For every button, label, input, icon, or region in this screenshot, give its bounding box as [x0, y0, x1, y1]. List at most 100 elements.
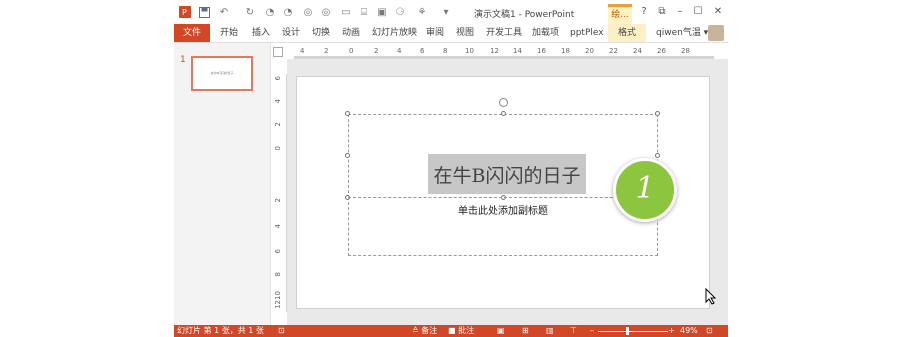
rotate-handle[interactable]	[499, 98, 508, 107]
save-icon[interactable]	[198, 6, 210, 18]
tab-design[interactable]: 设计	[282, 24, 300, 42]
tab-insert[interactable]: 插入	[252, 24, 270, 42]
slide-title[interactable]: 在牛B闪闪的日子	[428, 154, 586, 194]
status-bar: 幻灯片 第 1 张，共 1 张 ⊡ ≙ 备注 ■ 批注 ▣ ⊞ ▥ ⊤ – + …	[174, 325, 728, 337]
ruler-label: 8	[443, 47, 448, 55]
toolbar-icon[interactable]: ⚘	[416, 6, 428, 18]
zoom-slider-thumb[interactable]	[626, 327, 629, 335]
subtitle-placeholder[interactable]: 单击此处添加副标题	[348, 197, 658, 256]
ruler-label: 6	[420, 47, 425, 55]
fit-to-window-icon[interactable]: ⊡	[706, 325, 713, 337]
ruler-label: 2	[324, 47, 329, 55]
notes-button[interactable]: ≙ 备注	[412, 325, 437, 337]
ruler-label: 6	[274, 249, 282, 254]
zoom-in-button[interactable]: +	[668, 325, 675, 337]
toolbar-icon[interactable]: ◎	[320, 6, 332, 18]
zoom-slider[interactable]	[598, 331, 668, 332]
ruler-label: 10	[465, 47, 474, 55]
help-icon[interactable]: ?	[636, 5, 652, 19]
ruler-label: 6	[274, 76, 282, 81]
toolbar-icon[interactable]: ◔	[264, 6, 276, 18]
ruler-label: 0	[349, 47, 354, 55]
customize-icon[interactable]: ▾	[440, 6, 452, 18]
ruler-label: 22	[609, 47, 618, 55]
ruler-label: 10	[274, 291, 282, 300]
tab-addins[interactable]: 加载项	[532, 24, 559, 42]
toolbar-icon[interactable]: ⌸	[358, 6, 370, 18]
ruler-label: 2	[374, 47, 379, 55]
maximize-icon[interactable]: ☐	[690, 5, 706, 19]
slide-sorter-icon[interactable]: ⊞	[522, 325, 529, 337]
subtitle-prompt[interactable]: 单击此处添加副标题	[349, 202, 657, 217]
reading-view-icon[interactable]: ▥	[546, 325, 554, 337]
step-badge: 1	[613, 158, 677, 222]
ruler-label: 26	[657, 47, 666, 55]
slideshow-view-icon[interactable]: ⊤	[570, 325, 577, 337]
tab-pptplex[interactable]: pptPlex	[570, 24, 604, 42]
resize-handle[interactable]	[655, 111, 660, 116]
tab-slideshow[interactable]: 幻灯片放映	[372, 24, 417, 42]
resize-handle[interactable]	[345, 153, 350, 158]
ribbon-tabs: 文件 开始 插入 设计 切换 动画 幻灯片放映 审阅 视图 开发工具 加载项 p…	[174, 24, 728, 43]
tab-home[interactable]: 开始	[220, 24, 238, 42]
ruler-label: 0	[274, 146, 282, 151]
tab-review[interactable]: 审阅	[426, 24, 444, 42]
ruler-label: 24	[633, 47, 642, 55]
slide-thumbnail-pane: 1 在牛B闪闪的日子	[174, 43, 271, 325]
ruler-label: 4	[397, 47, 402, 55]
ruler-label: 16	[537, 47, 546, 55]
tab-file[interactable]: 文件	[174, 24, 210, 42]
zoom-out-button[interactable]: –	[590, 325, 594, 337]
toolbar-icon[interactable]: ▣	[376, 6, 388, 18]
vertical-ruler: 6 4 2 0 2 4 6 8 10 12	[272, 74, 287, 312]
toolbar-icon[interactable]: ▭	[340, 6, 352, 18]
avatar[interactable]	[708, 25, 724, 41]
toolbar-icon[interactable]: ◎	[302, 6, 314, 18]
resize-handle[interactable]	[345, 111, 350, 116]
powerpoint-logo-icon: P	[179, 6, 191, 18]
tab-view[interactable]: 视图	[456, 24, 474, 42]
slide-count-status: 幻灯片 第 1 张，共 1 张	[177, 326, 264, 335]
toolbar-icon[interactable]: ⚆	[394, 6, 406, 18]
normal-view-icon[interactable]: ▣	[497, 325, 505, 337]
resize-handle[interactable]	[501, 111, 506, 116]
tab-format[interactable]: 格式	[608, 24, 646, 42]
redo-icon[interactable]: ↻	[244, 6, 256, 18]
ruler-label: 12	[490, 47, 499, 55]
window-title: 演示文稿1 - PowerPoint	[474, 10, 575, 20]
toolbar-icon[interactable]: ◔	[282, 6, 294, 18]
undo-icon[interactable]: ↶	[218, 6, 230, 18]
title-placeholder[interactable]: 在牛B闪闪的日子	[348, 114, 658, 198]
thumbnail-number: 1	[180, 55, 186, 65]
minimize-icon[interactable]: –	[672, 5, 688, 19]
ruler-label: 8	[274, 272, 282, 277]
tab-selector[interactable]	[273, 47, 283, 57]
horizontal-ruler: 4 2 0 2 4 6 8 10 12 14 16 18 20 22 24 26…	[294, 45, 714, 59]
close-icon[interactable]: ✕	[710, 5, 726, 19]
resize-handle[interactable]	[655, 153, 660, 158]
spellcheck-icon[interactable]: ⊡	[278, 325, 285, 337]
title-bar: P ↶ ↻ ◔ ◔ ◎ ◎ ▭ ⌸ ▣ ⚆ ⚘ ▾ 演示文稿1 - PowerP…	[174, 0, 728, 24]
ruler-label: 4	[274, 99, 282, 104]
ruler-label: 2	[274, 198, 282, 203]
svg-text:P: P	[182, 8, 187, 17]
comments-button[interactable]: ■ 批注	[448, 325, 474, 337]
ribbon-display-icon[interactable]: ⧉	[654, 5, 670, 19]
ruler-label: 12	[274, 300, 282, 309]
ruler-label: 4	[300, 47, 305, 55]
ruler-label: 14	[513, 47, 522, 55]
ruler-label: 18	[561, 47, 570, 55]
ruler-label: 2	[274, 122, 282, 127]
user-account[interactable]: qiwen气温 ▾	[656, 24, 708, 42]
drawing-tools-label: 绘...	[608, 4, 632, 24]
zoom-level[interactable]: 49%	[680, 325, 698, 337]
slide-thumbnail[interactable]: 在牛B闪闪的日子	[191, 56, 253, 91]
tab-animations[interactable]: 动画	[342, 24, 360, 42]
ruler-label: 4	[274, 224, 282, 229]
mouse-cursor-icon	[705, 287, 717, 308]
tab-transitions[interactable]: 切换	[312, 24, 330, 42]
ruler-label: 28	[681, 47, 690, 55]
tab-developer[interactable]: 开发工具	[486, 24, 522, 42]
thumbnail-title: 在牛B闪闪的日子	[210, 71, 234, 75]
ruler-label: 20	[585, 47, 594, 55]
